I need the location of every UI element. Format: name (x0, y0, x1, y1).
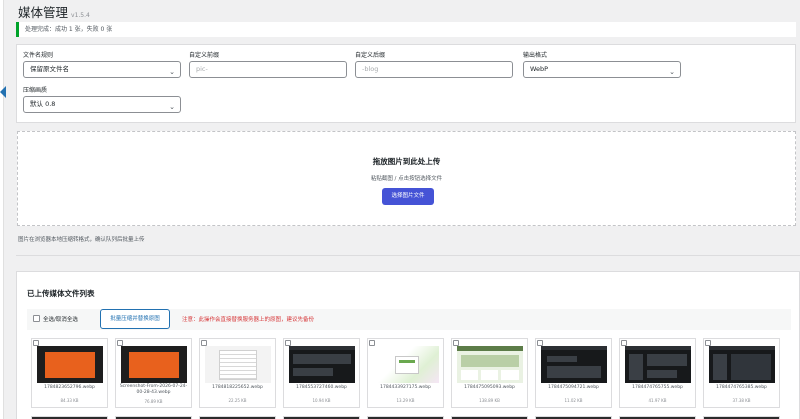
media-card-checkbox[interactable] (285, 340, 291, 346)
page-title: 媒体管理 v1.5.4 (18, 2, 90, 21)
media-thumbnail (625, 346, 691, 383)
media-filename: Screenshot-From-2026-07-24-00-28-43.webp (119, 384, 188, 395)
media-filesize: 22.25 KB (228, 398, 247, 403)
media-filename: 1784818225652.webp (212, 385, 263, 390)
media-card[interactable]: 1784474765755.webp 41.97 KB (619, 338, 696, 408)
format-select[interactable]: WebP ⌄ (523, 61, 681, 78)
media-card[interactable]: 1784475094721.webp 11.02 KB (535, 338, 612, 408)
media-card[interactable]: 1784474765385.webp 37.38 KB (703, 338, 780, 408)
media-filename: 1784433927175.webp (380, 385, 431, 390)
media-thumbnail (457, 346, 523, 383)
replace-warning: 注意：此操作会直接替换服务器上的原图，建议先备份 (182, 317, 315, 323)
media-thumbnail (373, 346, 439, 383)
media-card-checkbox[interactable] (453, 340, 459, 346)
media-card-checkbox[interactable] (33, 340, 39, 346)
format-field: 输出格式 WebP ⌄ (523, 51, 681, 78)
settings-panel: 文件名规则 保留原文件名 ⌄ 自定义前缀 pic- 自定义后缀 -blog 输出… (16, 44, 796, 123)
dropzone-subtitle: 粘贴截图 / 点击按钮选择文件 (370, 176, 443, 182)
media-card[interactable]: 1784475095093.webp 138.89 KB (451, 338, 528, 408)
media-card[interactable]: 1784553727460.webp 10.94 KB (283, 338, 360, 408)
suffix-input[interactable]: -blog (355, 61, 513, 78)
media-card-checkbox[interactable] (201, 340, 207, 346)
select-files-button[interactable]: 选择图片文件 (382, 188, 434, 205)
media-filesize: 41.97 KB (648, 398, 667, 403)
media-card-checkbox[interactable] (369, 340, 375, 346)
upload-hint: 图片在浏览器本地压缩转格式，确认队列后批量上传 (18, 237, 145, 243)
media-filesize: 11.02 KB (564, 398, 583, 403)
media-thumbnail (37, 346, 103, 383)
page-title-text: 媒体管理 (18, 5, 69, 20)
media-card-checkbox[interactable] (705, 340, 711, 346)
media-filename: 1784475094721.webp (548, 385, 599, 390)
media-toolbar: 全选/取消全选 批量压缩并替换原图 注意：此操作会直接替换服务器上的原图，建议先… (27, 309, 791, 330)
filename-rule-value: 保留原文件名 (30, 65, 69, 73)
media-card-checkbox[interactable] (117, 340, 123, 346)
section-divider (16, 255, 800, 256)
sidebar-active-indicator (0, 86, 6, 98)
prefix-label: 自定义前缀 (189, 52, 220, 59)
media-filesize: 76.89 KB (144, 399, 163, 404)
media-list-title: 已上传媒体文件列表 (27, 289, 95, 298)
prefix-field: 自定义前缀 pic- (189, 51, 347, 78)
media-card[interactable]: Screenshot-From-2026-07-24-00-28-43.webp… (115, 338, 192, 408)
media-thumbnail (121, 346, 187, 383)
dropzone-title: 拖放图片到此处上传 (372, 157, 441, 166)
batch-compress-button[interactable]: 批量压缩并替换原图 (100, 309, 170, 329)
quality-select[interactable]: 默认 0.8 ⌄ (23, 96, 181, 113)
prefix-input[interactable]: pic- (189, 61, 347, 78)
media-filename: 1784475095093.webp (464, 385, 515, 390)
media-filename: 1784553727460.webp (296, 385, 347, 390)
media-thumbnail (289, 346, 355, 383)
media-filesize: 10.94 KB (312, 398, 331, 403)
media-card[interactable]: 1784433927175.webp 13.29 KB (367, 338, 444, 408)
media-thumbnail (709, 346, 775, 383)
select-all-label[interactable]: 全选/取消全选 (43, 315, 78, 323)
quality-field: 压缩画质 默认 0.8 ⌄ (23, 86, 181, 113)
filename-rule-select[interactable]: 保留原文件名 ⌄ (23, 61, 181, 78)
media-filesize: 138.89 KB (479, 398, 500, 403)
chevron-down-icon: ⌄ (169, 103, 175, 111)
media-filesize: 37.38 KB (732, 398, 751, 403)
chevron-down-icon: ⌄ (169, 68, 175, 76)
quality-label: 压缩画质 (23, 87, 48, 94)
chevron-down-icon: ⌄ (669, 68, 675, 76)
media-card-checkbox[interactable] (621, 340, 627, 346)
version-label: v1.5.4 (71, 12, 90, 19)
media-card-checkbox[interactable] (537, 340, 543, 346)
format-value: WebP (530, 65, 549, 73)
media-card[interactable]: 1784823652796.webp 84.33 KB (31, 338, 108, 408)
media-grid: 1784823652796.webp 84.33 KB Screenshot-F… (31, 338, 800, 419)
media-thumbnail (541, 346, 607, 383)
media-filename: 1784474765385.webp (716, 385, 767, 390)
media-thumbnail (205, 346, 271, 383)
filename-rule-label: 文件名规则 (23, 52, 54, 59)
media-filesize: 13.29 KB (396, 398, 415, 403)
media-card[interactable]: 1784818225652.webp 22.25 KB (199, 338, 276, 408)
media-filename: 1784823652796.webp (44, 385, 95, 390)
select-all-checkbox[interactable] (33, 315, 40, 322)
upload-dropzone[interactable]: 拖放图片到此处上传 粘贴截图 / 点击按钮选择文件 选择图片文件 (17, 131, 796, 226)
media-list-panel: 已上传媒体文件列表 全选/取消全选 批量压缩并替换原图 注意：此操作会直接替换服… (16, 271, 800, 419)
format-label: 输出格式 (523, 52, 548, 59)
filename-rule-field: 文件名规则 保留原文件名 ⌄ (23, 51, 181, 78)
media-filesize: 84.33 KB (60, 398, 79, 403)
suffix-field: 自定义后缀 -blog (355, 51, 513, 78)
quality-value: 默认 0.8 (30, 100, 56, 108)
success-notice: 处理完成：成功 1 张，失败 0 张 (16, 22, 796, 37)
suffix-label: 自定义后缀 (355, 52, 386, 59)
media-filename: 1784474765755.webp (632, 385, 683, 390)
admin-sidebar-edge (0, 0, 4, 419)
